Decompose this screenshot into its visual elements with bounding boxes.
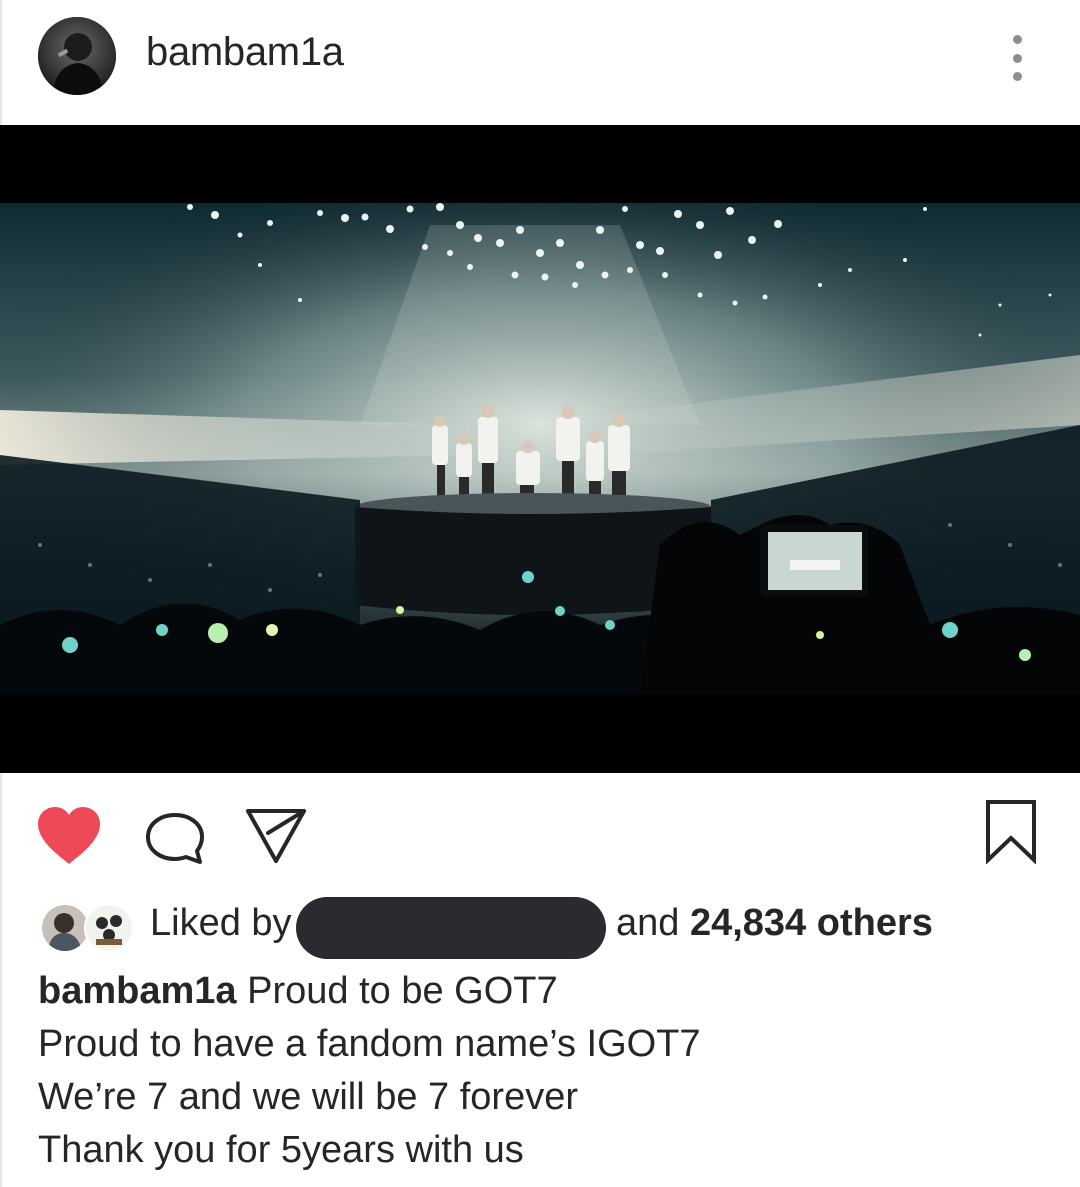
heart-icon [38, 807, 100, 864]
post-header: bambam1a [0, 0, 1080, 125]
avatar[interactable] [38, 17, 116, 95]
comment-button[interactable] [143, 811, 207, 865]
caption-line-2: Proud to have a fandom name’s IGOT7 [38, 1023, 701, 1065]
caption-line-1: bambam1a Proud to be GOT7 [38, 965, 1068, 1018]
comment-icon [146, 813, 204, 864]
liked-by-row: Liked by and 24,834 others [0, 890, 1080, 960]
post-caption: bambam1a Proud to be GOT7 Proud to have … [38, 965, 1068, 1177]
likes-summary[interactable]: and 24,834 others [616, 902, 933, 945]
redacted-username [296, 897, 606, 959]
and-label: and [616, 902, 680, 944]
caption-username[interactable]: bambam1a [38, 970, 237, 1012]
post-media[interactable] [0, 125, 1080, 773]
caption-line-3: We’re 7 and we will be 7 forever [38, 1076, 578, 1118]
post-username[interactable]: bambam1a [146, 30, 344, 75]
caption-line-4: Thank you for 5years with us [38, 1129, 524, 1171]
share-button[interactable] [244, 807, 308, 865]
liker-avatar-2[interactable] [84, 903, 134, 953]
save-button[interactable] [984, 798, 1038, 865]
liked-by-label: Liked by [150, 902, 292, 944]
action-bar [0, 773, 1080, 893]
more-dot [1012, 72, 1022, 81]
concert-photo [0, 125, 1080, 773]
more-dot [1012, 53, 1022, 63]
caption-text-1: Proud to be GOT7 [247, 970, 558, 1012]
likes-count[interactable]: 24,834 others [690, 902, 933, 944]
send-icon [246, 809, 306, 863]
bookmark-icon [986, 800, 1036, 865]
more-vertical-icon [1012, 35, 1022, 44]
more-options-button[interactable] [1004, 35, 1030, 81]
liker-avatar-1[interactable] [40, 903, 90, 953]
like-button[interactable] [36, 806, 102, 866]
